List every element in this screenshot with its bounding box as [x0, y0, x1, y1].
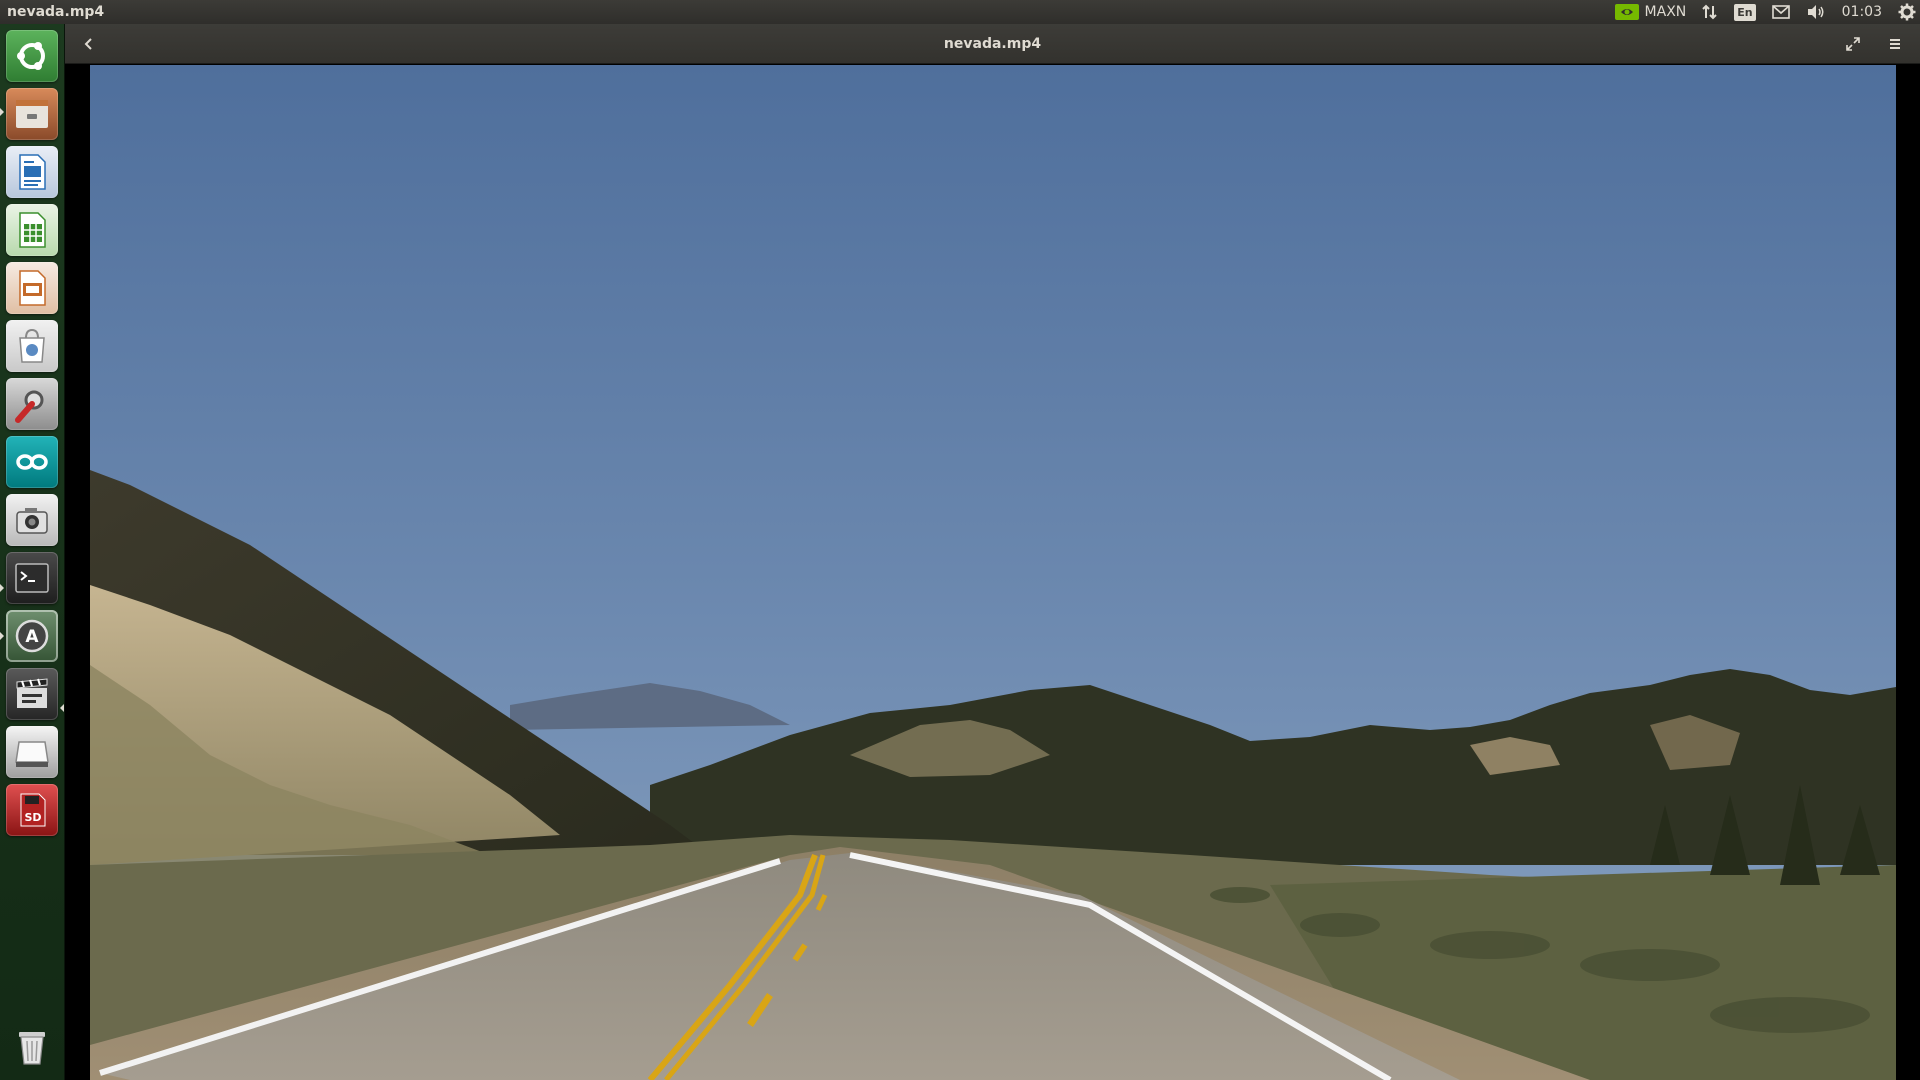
clock-label: 01:03	[1841, 4, 1882, 20]
launcher-updater-button[interactable]: A	[6, 610, 58, 662]
keyboard-layout-label: En	[1734, 3, 1756, 21]
hamburger-menu-icon	[1890, 39, 1900, 49]
messaging-indicator[interactable]	[1764, 0, 1798, 24]
launcher-settings-button[interactable]	[6, 378, 58, 430]
video-player-window: nevada.mp4	[65, 24, 1920, 1080]
launcher-software-button[interactable]	[6, 320, 58, 372]
launcher-terminal-button[interactable]	[6, 552, 58, 604]
launcher-trash-button[interactable]	[6, 1020, 58, 1072]
launcher-drive-button[interactable]	[6, 726, 58, 778]
launcher-writer-button[interactable]	[6, 146, 58, 198]
libreoffice-impress-icon	[19, 270, 46, 306]
libreoffice-writer-icon	[19, 154, 46, 190]
power-mode-label: MAXN	[1644, 4, 1687, 20]
sd-card-icon: SD	[20, 793, 46, 827]
libreoffice-calc-icon	[19, 212, 46, 248]
launcher-impress-button[interactable]	[6, 262, 58, 314]
ubuntu-software-icon	[19, 328, 45, 363]
player-title: nevada.mp4	[943, 36, 1042, 52]
speaker-icon	[1807, 5, 1824, 19]
envelope-icon	[1771, 5, 1790, 19]
system-settings-icon	[15, 390, 44, 423]
launcher-calc-button[interactable]	[6, 204, 58, 256]
player-headerbar: nevada.mp4	[65, 24, 1920, 64]
running-indicator	[0, 632, 4, 640]
indicator-area: MAXN En 01:03	[1607, 0, 1920, 24]
svg-text:SD: SD	[24, 811, 41, 824]
terminal-icon	[15, 563, 49, 593]
launcher-files-button[interactable]	[6, 88, 58, 140]
video-frame[interactable]	[90, 65, 1896, 1080]
nvidia-icon	[1614, 4, 1639, 20]
session-indicator[interactable]	[1890, 0, 1920, 24]
network-arrows-icon	[1702, 4, 1717, 20]
launcher-camera-button[interactable]	[6, 494, 58, 546]
launcher-arduino-button[interactable]	[6, 436, 58, 488]
focused-indicator	[60, 704, 64, 712]
gear-icon	[1898, 3, 1916, 21]
launcher-dash-button[interactable]	[6, 30, 58, 82]
files-icon	[16, 100, 48, 128]
fullscreen-icon	[1846, 37, 1860, 51]
nvidia-power-indicator[interactable]: MAXN	[1607, 0, 1695, 24]
launcher-sd-card-button[interactable]: SD	[6, 784, 58, 836]
keyboard-indicator[interactable]: En	[1726, 0, 1763, 24]
running-indicator	[0, 584, 4, 592]
clock-indicator[interactable]: 01:03	[1834, 0, 1890, 24]
trash-icon	[19, 1032, 45, 1065]
svg-text:A: A	[25, 627, 39, 647]
network-indicator[interactable]	[1694, 0, 1726, 24]
video-player-icon	[16, 678, 48, 708]
running-indicator	[0, 108, 4, 116]
ubuntu-dash-icon	[17, 42, 45, 70]
drive-icon	[15, 741, 49, 767]
arduino-icon	[16, 454, 48, 470]
video-frame-image	[90, 65, 1896, 1080]
menu-button[interactable]	[1878, 30, 1912, 58]
sound-indicator[interactable]	[1798, 0, 1834, 24]
launcher-video-player-button[interactable]	[6, 668, 58, 720]
software-updater-icon: A	[15, 619, 49, 653]
launcher: A SD	[0, 24, 65, 1080]
fullscreen-button[interactable]	[1836, 30, 1870, 58]
cheese-camera-icon	[16, 508, 48, 534]
top-panel: nevada.mp4 MAXN En 01:03	[0, 0, 1920, 24]
active-app-title: nevada.mp4	[7, 4, 105, 20]
